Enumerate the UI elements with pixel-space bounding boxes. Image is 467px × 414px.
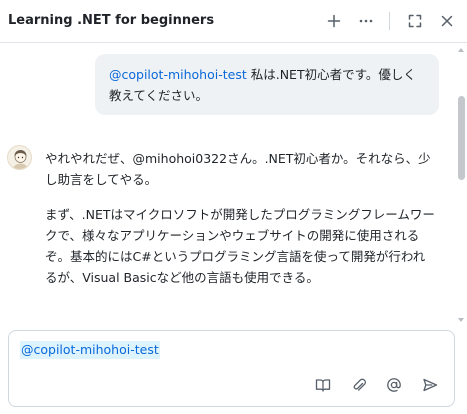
chat-header: Learning .NET for beginners bbox=[0, 0, 467, 43]
fullscreen-icon bbox=[408, 14, 422, 28]
conversation-title: Learning .NET for beginners bbox=[8, 13, 215, 28]
close-button[interactable] bbox=[435, 9, 459, 33]
plus-icon bbox=[327, 14, 341, 28]
avatar-icon bbox=[12, 150, 29, 169]
chat-scrollbar[interactable] bbox=[455, 44, 467, 326]
send-button[interactable] bbox=[419, 374, 441, 396]
close-icon bbox=[441, 15, 453, 27]
more-options-button[interactable] bbox=[354, 9, 378, 33]
mention-button[interactable] bbox=[383, 374, 405, 396]
attach-button[interactable] bbox=[348, 374, 370, 396]
assistant-avatar bbox=[7, 145, 32, 170]
chat-messages[interactable]: @copilot-mihohoi-test 私は.NET初心者です。優しく教えて… bbox=[0, 44, 455, 326]
user-message-mention[interactable]: @copilot-mihohoi-test bbox=[109, 67, 247, 82]
user-message-bubble: @copilot-mihohoi-test 私は.NET初心者です。優しく教えて… bbox=[95, 54, 439, 115]
composer-input[interactable]: @copilot-mihohoi-test bbox=[20, 341, 160, 359]
scroll-down-arrow[interactable] bbox=[458, 318, 464, 322]
header-divider bbox=[389, 12, 390, 30]
scroll-up-arrow[interactable] bbox=[458, 48, 464, 52]
assistant-paragraph-2: まず、.NETはマイクロソフトが開発したプログラミングフレームワークで、様々なア… bbox=[45, 207, 435, 285]
send-icon bbox=[423, 378, 438, 392]
more-icon bbox=[359, 19, 373, 23]
at-icon bbox=[387, 378, 401, 392]
paperclip-icon bbox=[353, 378, 366, 391]
assistant-message: やれやれだぜ、@mihohoi0322さん。.NET初心者か。それなら、少し助言… bbox=[45, 148, 435, 302]
message-composer[interactable]: @copilot-mihohoi-test bbox=[8, 330, 455, 407]
new-chat-button[interactable] bbox=[322, 9, 346, 33]
assistant-paragraph-1: やれやれだぜ、@mihohoi0322さん。.NET初心者か。それなら、少し助言… bbox=[45, 151, 431, 187]
scrollbar-thumb[interactable] bbox=[458, 96, 465, 180]
book-icon bbox=[315, 379, 331, 392]
fullscreen-button[interactable] bbox=[403, 9, 427, 33]
docs-button[interactable] bbox=[312, 374, 334, 396]
